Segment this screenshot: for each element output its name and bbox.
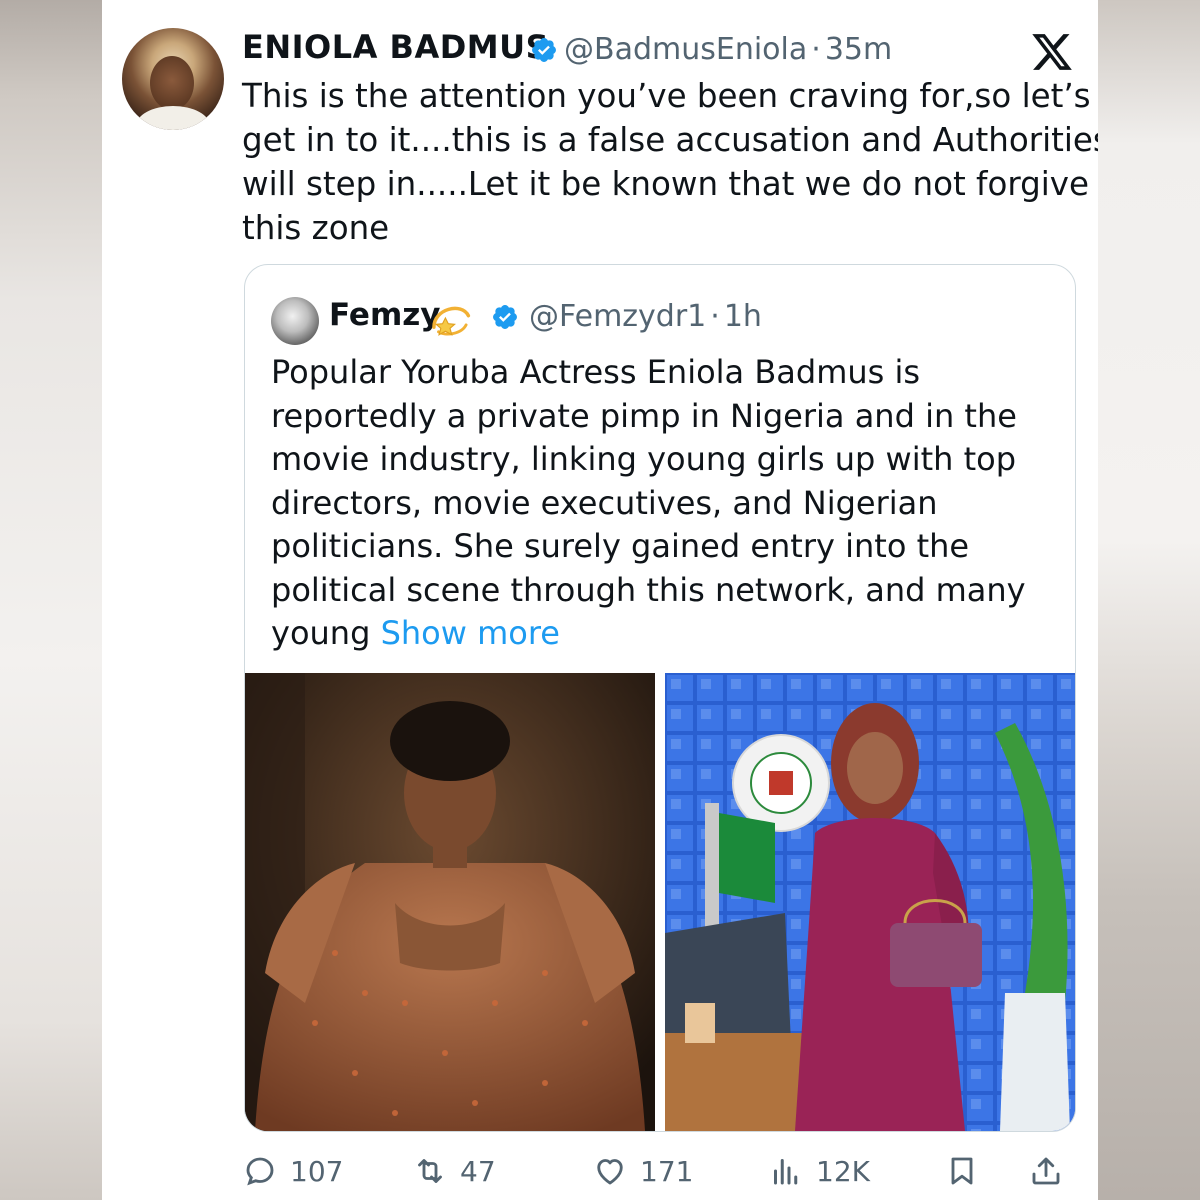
quoted-author-handle[interactable]: @Femzydr1 [529,299,706,334]
tweet-text-line: this zone [242,209,390,247]
show-more-link[interactable]: Show more [381,614,560,652]
quoted-text-line: Popular Yoruba Actress Eniola Badmus is [271,353,921,391]
repost-button[interactable]: 47 [412,1148,496,1194]
quoted-text-line: political scene through this network, an… [271,570,1026,609]
views-button[interactable]: 12K [768,1148,870,1194]
tweet-action-bar: 107 47 171 12K [242,1148,1082,1194]
tweet-text-line: will step in.....Let it be known that we… [242,165,1098,203]
photo-right-illustration [665,673,1075,1131]
x-logo-icon[interactable] [1030,30,1074,74]
quoted-text-line: politicians. She surely gained entry int… [271,527,970,565]
tweet-text: This is the attention you’ve been cravin… [242,74,1098,250]
verified-badge-icon [493,305,517,329]
background-left-blur [0,0,102,1200]
handle-separator: · [811,32,821,67]
bookmark-icon [951,1157,973,1185]
repost-count: 47 [460,1154,496,1188]
repost-icon [418,1159,442,1183]
reply-button[interactable]: 107 [242,1148,343,1194]
author-handle-line: @BadmusEniola · 35m [564,32,892,67]
media-photo-right[interactable] [665,673,1075,1131]
quoted-text-line: directors, movie executives, and Nigeria… [271,483,938,522]
quoted-text-line: reportedly a private pimp in Nigeria and… [271,396,1017,435]
reply-count: 107 [290,1154,344,1188]
share-button[interactable] [1028,1148,1064,1194]
tweet-text-line: get in to it....this is a false accusati… [242,121,1098,159]
author-avatar[interactable] [122,28,224,130]
like-button[interactable]: 171 [592,1148,693,1194]
media-photo-left[interactable] [245,673,655,1131]
author-handle[interactable]: @BadmusEniola [564,32,807,67]
quoted-author-avatar[interactable] [271,297,319,345]
dizzy-star-emoji-icon [432,306,471,336]
like-count: 171 [640,1154,694,1188]
tweet-text-line: This is the attention you’ve been cravin… [242,77,1091,115]
quoted-text-line: movie industry, linking young girls up w… [271,440,1017,478]
quoted-tweet[interactable]: Femzy @Femzydr1 · 1h Popular Yoruba Actres… [244,264,1076,1132]
quoted-tweet-text: Popular Yoruba Actress Eniola Badmus is … [271,351,1061,656]
avatar-dress [136,106,210,130]
reply-icon [246,1157,274,1186]
share-icon [1032,1157,1060,1185]
views-count: 12K [816,1154,870,1188]
tweet-card[interactable]: ENIOLA BADMUS @BadmusEniola · 35m This is … [102,0,1098,1200]
quoted-text-line-last: young Show more [271,612,1061,656]
background-right-blur [1098,0,1200,1200]
views-chart-icon [774,1159,798,1185]
heart-icon [597,1159,623,1185]
photo-left-illustration [245,673,655,1131]
quoted-handle-line: @Femzydr1 · 1h [529,299,762,334]
bookmark-button[interactable] [944,1148,980,1194]
verified-badge-icon [532,38,556,62]
quoted-handle-separator: · [710,299,720,334]
author-name[interactable]: ENIOLA BADMUS [242,28,549,66]
avatar-face [150,56,194,110]
tweet-time[interactable]: 35m [825,32,892,67]
quoted-text-fragment: young [271,614,381,652]
quoted-author-name[interactable]: Femzy [329,297,441,333]
quoted-tweet-time[interactable]: 1h [724,299,762,334]
